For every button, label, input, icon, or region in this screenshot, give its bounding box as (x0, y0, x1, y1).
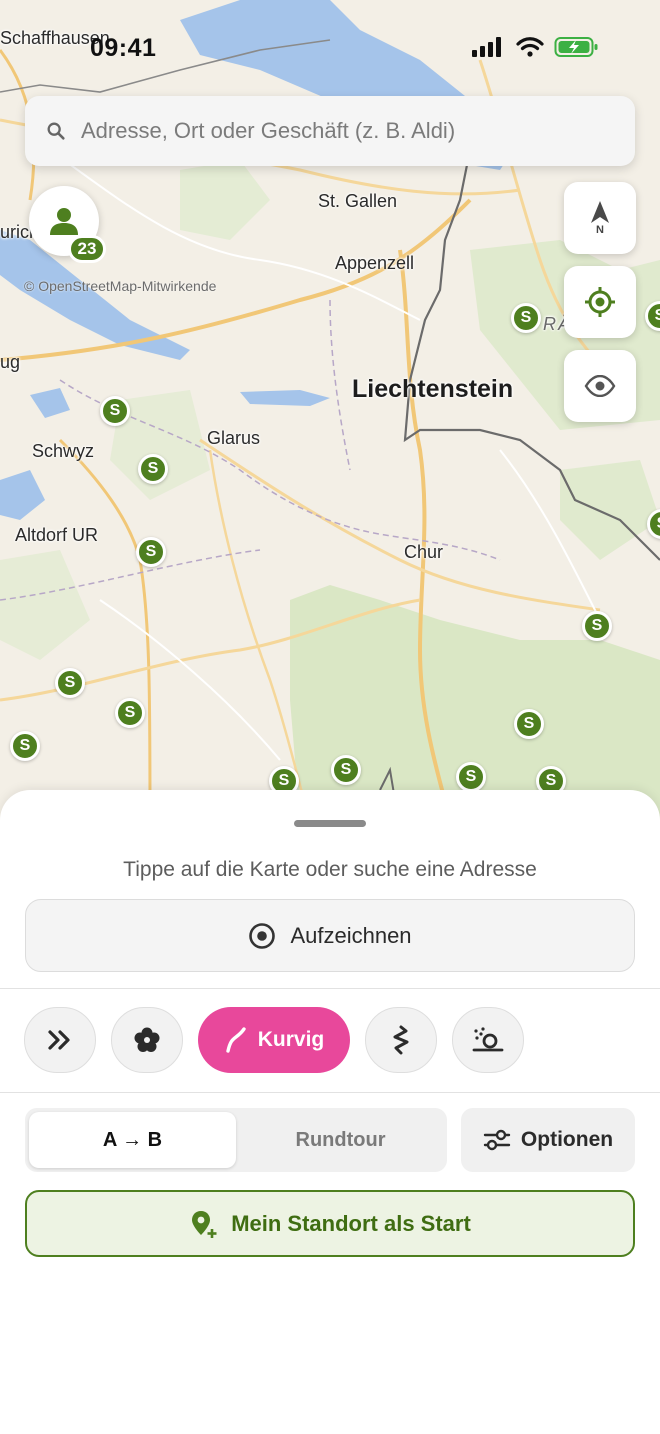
sliders-icon (483, 1129, 511, 1151)
poi-marker[interactable]: S (100, 396, 130, 426)
search-icon (47, 122, 65, 140)
location-pin-add-icon (192, 1210, 217, 1238)
use-my-location-as-start-button[interactable]: Mein Standort als Start (25, 1190, 635, 1257)
sheet-hint-text: Tippe auf die Karte oder suche eine Adre… (123, 858, 537, 881)
crosshair-location-icon (585, 287, 615, 317)
mode-scenic-button[interactable] (111, 1007, 183, 1073)
north-arrow-icon (591, 201, 609, 223)
segment-a-to-b[interactable]: A → B (29, 1112, 236, 1168)
dirt-road-icon (472, 1027, 504, 1052)
search-bar[interactable] (25, 96, 635, 166)
place-label: Liechtenstein (352, 375, 514, 403)
status-icons (472, 36, 600, 58)
zigzag-curve-icon (393, 1025, 409, 1055)
options-label: Optionen (520, 1128, 614, 1151)
poi-marker[interactable]: S (511, 303, 541, 333)
record-icon (249, 922, 276, 949)
signal-icon (472, 37, 501, 57)
route-mode-selector: Kurvig (0, 1007, 660, 1073)
poi-marker[interactable]: S (456, 762, 486, 792)
flower-icon (134, 1027, 160, 1052)
notification-count-badge: 23 (68, 235, 106, 263)
place-label: St. Gallen (318, 191, 398, 211)
wifi-icon (516, 37, 544, 57)
sheet-drag-handle[interactable] (294, 820, 366, 827)
mode-offroad-button[interactable] (452, 1007, 524, 1073)
record-button[interactable]: Aufzeichnen (25, 899, 635, 972)
route-type-segmented-control: A → B Rundtour (25, 1108, 447, 1172)
mode-very-curvy-button[interactable] (365, 1007, 437, 1073)
map-attribution[interactable]: © OpenStreetMap-Mitwirkende (24, 278, 216, 294)
mode-fast-button[interactable] (24, 1007, 96, 1073)
place-label: Chur (404, 542, 444, 562)
mode-curvy-button[interactable]: Kurvig (198, 1007, 350, 1073)
eye-icon (584, 375, 616, 397)
place-label: Appenzell (335, 253, 415, 273)
battery-charging-icon (554, 37, 598, 57)
north-label: N (596, 224, 604, 236)
place-label: Glarus (207, 428, 261, 448)
options-button[interactable]: Optionen (461, 1108, 635, 1172)
curve-icon (226, 1027, 246, 1053)
divider (0, 1092, 660, 1093)
compass-button[interactable]: N (564, 182, 636, 254)
start-button-label: Mein Standort als Start (231, 1210, 471, 1236)
place-label: ug (0, 352, 21, 372)
bottom-sheet: Tippe auf die Karte oder suche eine Adre… (0, 790, 660, 1434)
segment-round-trip[interactable]: Rundtour (238, 1112, 443, 1168)
status-time: 09:41 (90, 34, 157, 62)
map-layers-view-button[interactable] (564, 350, 636, 422)
place-label: Altdorf UR (15, 525, 99, 545)
poi-marker[interactable]: S (514, 709, 544, 739)
poi-marker[interactable]: S (115, 698, 145, 728)
poi-marker[interactable]: S (55, 668, 85, 698)
person-icon (50, 208, 78, 235)
mode-curvy-label: Kurvig (257, 1028, 325, 1051)
poi-marker[interactable]: S (10, 731, 40, 761)
place-label: Schwyz (32, 441, 95, 461)
poi-marker[interactable]: S (136, 537, 166, 567)
poi-marker[interactable]: S (138, 454, 168, 484)
poi-marker[interactable]: S (582, 611, 612, 641)
poi-marker[interactable]: S (331, 755, 361, 785)
record-label: Aufzeichnen (290, 922, 412, 948)
double-chevron-right-icon (48, 1030, 70, 1050)
locate-me-button[interactable] (564, 266, 636, 338)
divider (0, 988, 660, 989)
search-input[interactable] (79, 117, 623, 145)
